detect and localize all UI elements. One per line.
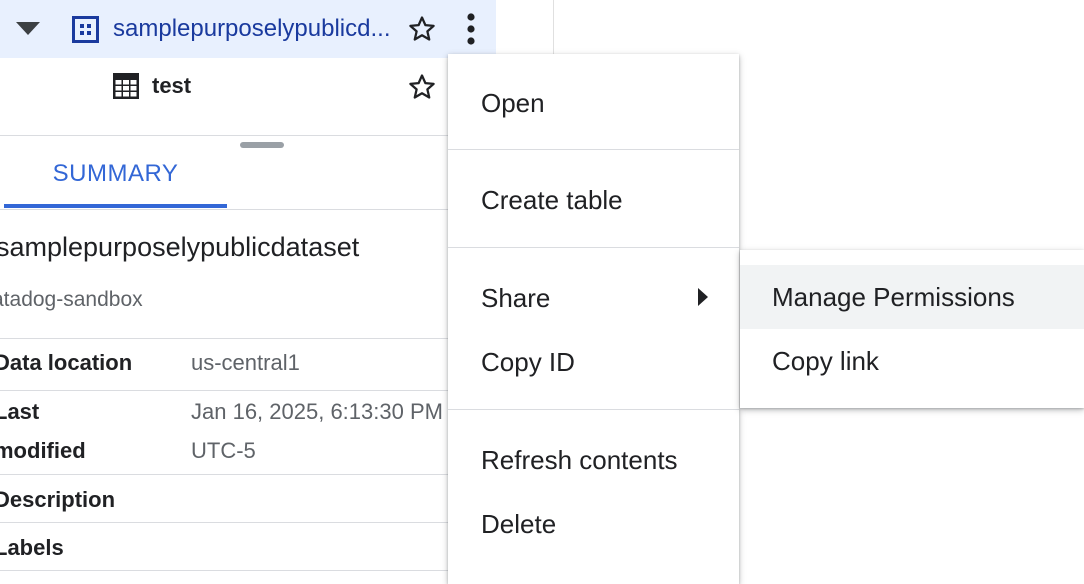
data-location-label: Data location [0, 350, 133, 375]
submenu-item-copy-link[interactable]: Copy link [740, 329, 1084, 393]
menu-item-create-table[interactable]: Create table [448, 170, 739, 226]
divider [0, 135, 496, 136]
submenu-item-manage-permissions[interactable]: Manage Permissions [740, 265, 1084, 329]
tab-summary-label: SUMMARY [52, 160, 179, 187]
menu-item-refresh-contents[interactable]: Refresh contents [448, 430, 739, 486]
menu-item-share[interactable]: Share [448, 268, 739, 324]
last-modified-value-line2: UTC-5 [191, 438, 256, 463]
dataset-title: samplepurposelypublicdataset [0, 232, 360, 262]
table-row[interactable]: test [0, 58, 496, 116]
last-modified-label-line1: Last [0, 399, 40, 424]
labels-label: Labels [0, 535, 64, 560]
explorer-panel: samplepurposelypublicd... test SUMMARY s… [0, 0, 496, 572]
menu-item-open[interactable]: Open [448, 73, 739, 129]
divider [0, 390, 496, 391]
table-name-label[interactable]: test [152, 71, 191, 101]
caret-down-icon[interactable] [16, 22, 40, 35]
table-icon [113, 73, 139, 99]
more-vert-icon[interactable] [460, 12, 482, 46]
data-location-value: us-central1 [191, 350, 300, 375]
divider [0, 474, 496, 475]
dataset-context-menu: Open Create table Share Copy ID Refresh … [448, 54, 739, 584]
divider [0, 209, 496, 210]
star-outline-icon[interactable] [407, 72, 437, 102]
star-outline-icon[interactable] [407, 14, 437, 44]
divider [0, 570, 496, 571]
menu-item-copy-id[interactable]: Copy ID [448, 332, 739, 388]
tab-summary[interactable]: SUMMARY [4, 150, 227, 208]
last-modified-label-line2: modified [0, 438, 86, 463]
last-modified-value-line1: Jan 16, 2025, 6:13:30 PM [191, 399, 443, 424]
project-name: atadog-sandbox [0, 288, 143, 311]
share-submenu: Manage Permissions Copy link [740, 250, 1084, 408]
active-tab-indicator [4, 204, 227, 208]
submenu-arrow-icon [698, 288, 708, 306]
dataset-name-link[interactable]: samplepurposelypublicd... [113, 14, 398, 44]
dataset-row[interactable]: samplepurposelypublicd... [0, 0, 496, 58]
divider [0, 522, 496, 523]
menu-separator [448, 409, 739, 410]
description-label: Description [0, 487, 116, 512]
menu-separator [448, 149, 739, 150]
menu-separator [448, 247, 739, 248]
dataset-icon [72, 16, 99, 43]
resize-handle[interactable] [240, 142, 284, 148]
divider [0, 338, 496, 339]
menu-item-delete[interactable]: Delete [448, 494, 739, 550]
